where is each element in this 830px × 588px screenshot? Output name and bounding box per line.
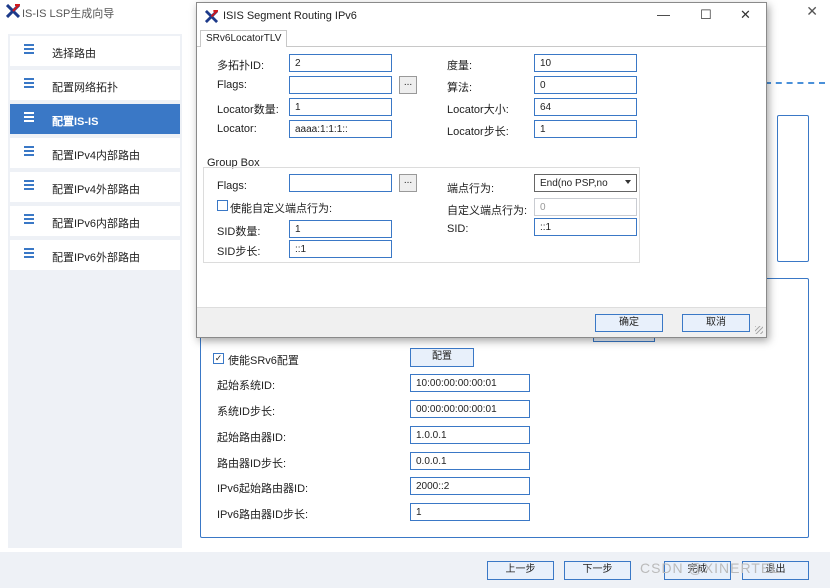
sidebar-item-ipv6-internal[interactable]: 配置IPv6内部路由	[10, 206, 180, 236]
sidebar-item-select-route[interactable]: 选择路由	[10, 36, 180, 66]
custom-endpoint-enable-label: 使能自定义端点行为:	[230, 203, 333, 215]
locator-step-label: Locator步长:	[447, 126, 509, 138]
list-icon	[24, 78, 34, 88]
router-id-step-label: 路由器ID步长:	[217, 458, 287, 470]
sidebar-item-isis[interactable]: 配置IS-IS	[10, 104, 180, 134]
custom-endpoint-behavior-input[interactable]: 0	[534, 198, 637, 216]
sidebar-item-ipv4-external[interactable]: 配置IPv4外部路由	[10, 172, 180, 202]
flags-input[interactable]	[289, 76, 392, 94]
locator-label: Locator:	[217, 123, 257, 135]
watermark: CSDN @XINERTEL	[640, 560, 780, 576]
list-icon	[24, 112, 34, 122]
dialog-footer: 确定 取消	[197, 307, 766, 337]
router-id-step-input[interactable]: 0.0.0.1	[410, 452, 530, 470]
sidebar-item-label: 配置网络拓扑	[52, 82, 118, 94]
enable-srv6-checkbox[interactable]: ✓	[213, 353, 224, 364]
locator-size-label: Locator大小:	[447, 104, 509, 116]
dialog-tabbar: SRv6LocatorTLV	[197, 29, 766, 48]
locator-count-label: Locator数量:	[217, 104, 279, 116]
ipv6-start-router-id-label: IPv6起始路由器ID:	[217, 483, 309, 495]
sid-input[interactable]: ::1	[534, 218, 637, 236]
tab-pane: 多拓扑ID: 2 度量: 10 Flags: ... 算法: 0 Locator…	[197, 47, 766, 307]
group-flags-browse-button[interactable]: ...	[399, 174, 417, 192]
sid-count-label: SID数量:	[217, 226, 261, 238]
endpoint-behavior-value: End(no PSP,no	[540, 178, 608, 189]
sid-step-input[interactable]: ::1	[289, 240, 392, 258]
algorithm-input[interactable]: 0	[534, 76, 637, 94]
list-icon	[24, 214, 34, 224]
sid-label: SID:	[447, 223, 469, 235]
group-flags-label: Flags:	[217, 180, 247, 192]
sidebar-item-network-topology[interactable]: 配置网络拓扑	[10, 70, 180, 100]
sid-count-input[interactable]: 1	[289, 220, 392, 238]
wizard-sidebar: 选择路由 配置网络拓扑 配置IS-IS 配置IPv4内部路由 配置IPv4外部路…	[8, 34, 182, 548]
xinertel-logo-icon	[6, 4, 20, 18]
system-id-step-input[interactable]: 00:00:00:00:00:01	[410, 400, 530, 418]
sidebar-item-ipv4-internal[interactable]: 配置IPv4内部路由	[10, 138, 180, 168]
maximize-icon[interactable]: ☐	[700, 7, 712, 23]
sidebar-item-label: 配置IPv4内部路由	[52, 150, 141, 162]
upper-group-box	[777, 115, 809, 262]
minimize-icon[interactable]: —	[657, 7, 670, 22]
custom-endpoint-behavior-label: 自定义端点行为:	[447, 205, 528, 217]
group-flags-input[interactable]	[289, 174, 392, 192]
locator-size-input[interactable]: 64	[534, 98, 637, 116]
ok-button[interactable]: 确定	[595, 314, 663, 332]
metric-label: 度量:	[447, 60, 473, 72]
metric-input[interactable]: 10	[534, 54, 637, 72]
list-icon	[24, 146, 34, 156]
ipv6-router-id-step-label: IPv6路由器ID步长:	[217, 509, 309, 521]
tab-srv6-locator-tlv[interactable]: SRv6LocatorTLV	[200, 30, 288, 48]
locator-step-input[interactable]: 1	[534, 120, 637, 138]
srv6-config-button[interactable]: 配置	[410, 348, 474, 367]
dialog-title-bar: ISIS Segment Routing IPv6 — ☐ ✕	[197, 3, 766, 29]
flags-label: Flags:	[217, 79, 247, 91]
list-icon	[24, 44, 34, 54]
window-close-icon[interactable]: ✕	[806, 3, 818, 20]
ipv6-start-router-id-input[interactable]: 2000::2	[410, 477, 530, 495]
custom-endpoint-enable-checkbox[interactable]	[217, 200, 228, 211]
start-router-id-input[interactable]: 1.0.0.1	[410, 426, 530, 444]
sidebar-item-label: 配置IPv6外部路由	[52, 252, 141, 264]
mt-id-label: 多拓扑ID:	[217, 60, 265, 72]
window-title: IS-IS LSP生成向导	[22, 8, 115, 20]
resize-grip-icon[interactable]	[755, 326, 763, 334]
close-icon[interactable]: ✕	[740, 7, 751, 23]
dialog-title: ISIS Segment Routing IPv6	[223, 10, 357, 22]
sidebar-item-label: 配置IS-IS	[52, 116, 99, 128]
xinertel-logo-icon	[205, 10, 218, 23]
start-system-id-input[interactable]: 10:00:00:00:00:01	[410, 374, 530, 392]
start-system-id-label: 起始系统ID:	[217, 380, 276, 392]
locator-count-input[interactable]: 1	[289, 98, 392, 116]
sidebar-item-label: 配置IPv4外部路由	[52, 184, 141, 196]
sidebar-item-label: 选择路由	[52, 48, 96, 60]
list-icon	[24, 180, 34, 190]
sid-step-label: SID步长:	[217, 246, 261, 258]
cancel-button[interactable]: 取消	[682, 314, 750, 332]
srv6-dialog: ISIS Segment Routing IPv6 — ☐ ✕ SRv6Loca…	[196, 2, 767, 338]
progress-dash-divider	[765, 82, 825, 84]
enable-srv6-label: 使能SRv6配置	[228, 355, 299, 367]
mt-id-input[interactable]: 2	[289, 54, 392, 72]
start-router-id-label: 起始路由器ID:	[217, 432, 287, 444]
system-id-step-label: 系统ID步长:	[217, 406, 276, 418]
endpoint-behavior-label: 端点行为:	[447, 183, 495, 195]
next-button[interactable]: 下一步	[564, 561, 631, 580]
prev-button[interactable]: 上一步	[487, 561, 554, 580]
sidebar-item-label: 配置IPv6内部路由	[52, 218, 141, 230]
chevron-down-icon	[625, 180, 631, 184]
ipv6-router-id-step-input[interactable]: 1	[410, 503, 530, 521]
algorithm-label: 算法:	[447, 82, 473, 94]
flags-browse-button[interactable]: ...	[399, 76, 417, 94]
locator-input[interactable]: aaaa:1:1:1::	[289, 120, 392, 138]
list-icon	[24, 248, 34, 258]
sidebar-item-ipv6-external[interactable]: 配置IPv6外部路由	[10, 240, 180, 270]
endpoint-behavior-select[interactable]: End(no PSP,no	[534, 174, 637, 192]
